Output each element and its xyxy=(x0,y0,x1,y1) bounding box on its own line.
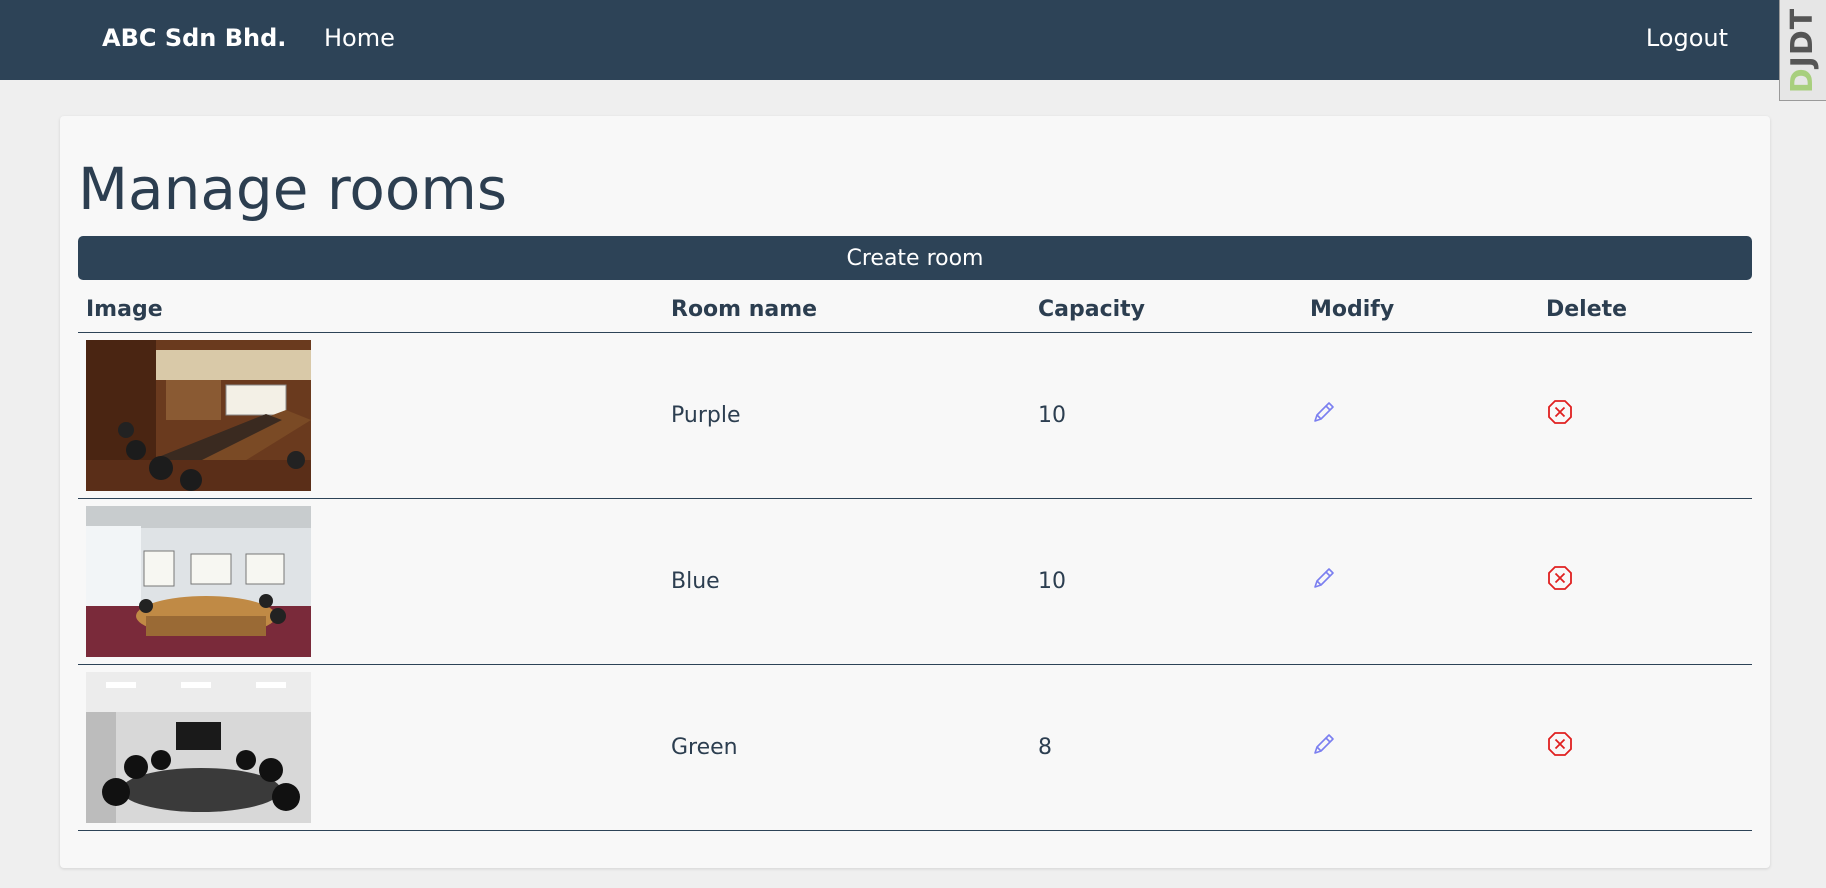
top-navbar: ABC Sdn Bhd. Home Logout xyxy=(0,0,1826,80)
table-header-row: Image Room name Capacity Modify Delete xyxy=(78,288,1752,333)
debug-toolbar-handle[interactable]: DJDT xyxy=(1779,0,1826,101)
table-row: Blue 10 xyxy=(78,498,1752,665)
rooms-table: Image Room name Capacity Modify Delete P… xyxy=(78,288,1752,831)
room-name-cell: Green xyxy=(663,664,1030,831)
table-row: Purple 10 xyxy=(78,332,1752,499)
nav-logout-link[interactable]: Logout xyxy=(1646,24,1728,52)
room-image-cell xyxy=(78,332,663,499)
main-card: Manage rooms Create room Image Room name… xyxy=(60,116,1770,868)
pencil-icon[interactable] xyxy=(1310,730,1338,758)
debug-toolbar-logo: DJDT xyxy=(1785,7,1821,93)
delete-cell xyxy=(1538,498,1752,665)
room-name-cell: Purple xyxy=(663,332,1030,499)
column-header-room-name: Room name xyxy=(663,288,1030,333)
capacity-cell: 8 xyxy=(1030,664,1302,831)
modify-cell xyxy=(1302,664,1538,831)
room-image-blue xyxy=(86,505,311,657)
room-image-cell xyxy=(78,664,663,831)
column-header-modify: Modify xyxy=(1302,288,1538,333)
modify-cell xyxy=(1302,332,1538,499)
room-image-cell xyxy=(78,498,663,665)
modify-cell xyxy=(1302,498,1538,665)
room-image-purple xyxy=(86,339,311,491)
create-room-button[interactable]: Create room xyxy=(78,236,1752,280)
delete-circle-x-icon[interactable] xyxy=(1546,564,1574,592)
room-name-cell: Blue xyxy=(663,498,1030,665)
capacity-cell: 10 xyxy=(1030,332,1302,499)
page-title: Manage rooms xyxy=(78,155,508,223)
delete-cell xyxy=(1538,332,1752,499)
capacity-cell: 10 xyxy=(1030,498,1302,665)
brand-link[interactable]: ABC Sdn Bhd. xyxy=(102,24,286,52)
delete-circle-x-icon[interactable] xyxy=(1546,398,1574,426)
delete-circle-x-icon[interactable] xyxy=(1546,730,1574,758)
column-header-delete: Delete xyxy=(1538,288,1752,333)
column-header-capacity: Capacity xyxy=(1030,288,1302,333)
room-image-green xyxy=(86,671,311,823)
pencil-icon[interactable] xyxy=(1310,564,1338,592)
pencil-icon[interactable] xyxy=(1310,398,1338,426)
nav-home-link[interactable]: Home xyxy=(324,24,395,52)
column-header-image: Image xyxy=(78,288,663,333)
table-row: Green 8 xyxy=(78,664,1752,831)
delete-cell xyxy=(1538,664,1752,831)
